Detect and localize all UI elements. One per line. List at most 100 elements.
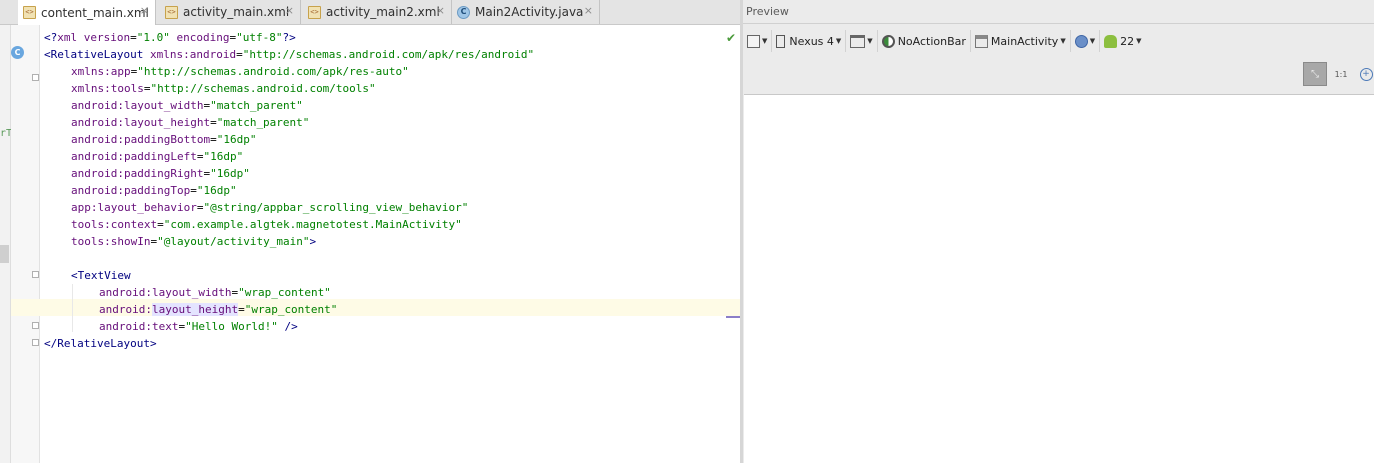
- code-token: =: [210, 133, 217, 146]
- code-token: "@string/appbar_scrolling_view_behavior": [203, 201, 469, 214]
- code-token: showIn: [110, 235, 151, 248]
- code-token: android:: [99, 286, 152, 299]
- code-token: tools:: [71, 218, 111, 231]
- code-token: android:: [71, 99, 124, 112]
- code-line[interactable]: xmlns:app="http://schemas.android.com/ap…: [71, 63, 409, 80]
- code-token: xml version: [57, 31, 131, 44]
- code-token: android:: [71, 116, 124, 129]
- activity-label: MainActivity: [990, 34, 1059, 48]
- indent-guide: [72, 284, 73, 332]
- code-token: "16dp": [203, 150, 244, 163]
- zoom-actual-size-button[interactable]: 1:1: [1330, 63, 1352, 85]
- preview-toolbar: ▼ Nexus 4 ▼ ▼ NoActionBar MainActivity ▼…: [743, 25, 1374, 57]
- editor-gutter[interactable]: C: [11, 25, 40, 463]
- close-icon[interactable]: ×: [584, 5, 593, 17]
- code-line[interactable]: android:paddingTop="16dp": [71, 182, 237, 199]
- code-line[interactable]: android:text="Hello World!" />: [99, 318, 298, 335]
- code-token: tools:: [71, 235, 111, 248]
- code-line[interactable]: android:layout_height="wrap_content": [99, 301, 337, 318]
- code-token: android:: [99, 303, 152, 316]
- code-token: xmlns:: [71, 82, 111, 95]
- editor-tab-bar: <> content_main.xml × <> activity_main.x…: [0, 0, 740, 25]
- zoom-fit-icon: ⤡: [1311, 68, 1319, 80]
- preview-title: Preview: [743, 0, 1374, 24]
- device-selector[interactable]: Nexus 4 ▼: [772, 30, 847, 52]
- orientation-icon: [850, 34, 866, 48]
- code-line[interactable]: <TextView: [71, 267, 131, 284]
- fold-icon[interactable]: [32, 74, 39, 81]
- code-token: >: [309, 235, 317, 248]
- config-menu-button[interactable]: ▼: [743, 30, 773, 52]
- code-token: =: [130, 31, 137, 44]
- code-line[interactable]: android:layout_width="match_parent": [71, 97, 303, 114]
- code-token: layout_width: [151, 286, 232, 299]
- configuration-icon: [747, 34, 760, 48]
- api-level-label: 22: [1120, 34, 1135, 48]
- code-token: xmlns:: [149, 48, 190, 61]
- error-stripe-marker[interactable]: [726, 316, 740, 318]
- activity-icon: [974, 34, 988, 48]
- fold-icon[interactable]: [32, 322, 39, 329]
- code-line[interactable]: android:layout_height="match_parent": [71, 114, 309, 131]
- code-line[interactable]: android:paddingBottom="16dp": [71, 131, 256, 148]
- code-token: android:: [99, 320, 152, 333]
- code-line[interactable]: tools:context="com.example.algtek.magnet…: [71, 216, 462, 233]
- code-line[interactable]: android:paddingRight="16dp": [71, 165, 250, 182]
- code-token: ?>: [282, 31, 296, 44]
- code-token: "Hello World!": [185, 320, 278, 333]
- code-token: text: [151, 320, 179, 333]
- chevron-down-icon: ▼: [835, 37, 842, 45]
- code-line[interactable]: app:layout_behavior="@string/appbar_scro…: [71, 199, 468, 216]
- api-level-selector[interactable]: 22 ▼: [1100, 30, 1145, 52]
- preview-canvas[interactable]: [744, 94, 1374, 464]
- code-line[interactable]: <RelativeLayout xmlns:android="http://sc…: [44, 46, 534, 63]
- code-token: =: [210, 116, 217, 129]
- close-icon[interactable]: ×: [436, 5, 445, 17]
- zoom-to-fit-button[interactable]: ⤡: [1303, 62, 1327, 86]
- tab-activity-main2[interactable]: <> activity_main2.xml ×: [303, 0, 452, 24]
- class-icon[interactable]: C: [11, 46, 24, 59]
- code-token: "http://schemas.android.com/apk/res/andr…: [242, 48, 535, 61]
- tab-main2activity[interactable]: C Main2Activity.java ×: [452, 0, 600, 24]
- code-token: <?: [44, 31, 58, 44]
- code-line[interactable]: android:paddingLeft="16dp": [71, 148, 243, 165]
- code-line[interactable]: xmlns:tools="http://schemas.android.com/…: [71, 80, 376, 97]
- theme-selector[interactable]: NoActionBar: [878, 30, 971, 52]
- android-icon: [1104, 34, 1118, 48]
- code-line[interactable]: android:layout_width="wrap_content": [99, 284, 331, 301]
- code-token: android:: [71, 133, 124, 146]
- tab-activity-main[interactable]: <> activity_main.xml ×: [160, 0, 301, 24]
- code-line[interactable]: tools:showIn="@layout/activity_main">: [71, 233, 316, 250]
- chevron-down-icon: ▼: [1136, 37, 1142, 45]
- code-token: app: [110, 65, 131, 78]
- activity-selector[interactable]: MainActivity ▼: [971, 30, 1071, 52]
- theme-label: NoActionBar: [897, 34, 966, 48]
- code-token: "16dp": [216, 133, 257, 146]
- code-token: </RelativeLayout>: [44, 337, 157, 350]
- device-icon: [776, 34, 786, 48]
- code-token: "match_parent": [216, 116, 310, 129]
- code-line[interactable]: <?xml version="1.0" encoding="utf-8"?>: [44, 29, 296, 46]
- xml-file-icon: <>: [165, 5, 178, 19]
- tab-content-main[interactable]: <> content_main.xml ×: [18, 0, 156, 25]
- locale-selector[interactable]: ▼: [1071, 30, 1101, 52]
- zoom-in-button[interactable]: +: [1355, 63, 1374, 85]
- close-icon[interactable]: ×: [140, 5, 149, 17]
- zoom-in-icon: +: [1359, 67, 1373, 81]
- code-token: "wrap_content": [238, 286, 331, 299]
- inspection-ok-icon[interactable]: ✔: [726, 31, 736, 45]
- chevron-down-icon: ▼: [867, 37, 873, 45]
- code-token: />: [277, 320, 298, 333]
- orientation-selector[interactable]: ▼: [846, 30, 878, 52]
- code-token: android:: [71, 167, 124, 180]
- code-token: android:: [71, 150, 124, 163]
- code-token: "@layout/activity_main": [157, 235, 310, 248]
- code-line[interactable]: </RelativeLayout>: [44, 335, 157, 352]
- close-icon[interactable]: ×: [285, 5, 294, 17]
- fold-icon[interactable]: [32, 339, 39, 346]
- chevron-down-icon: ▼: [762, 37, 768, 45]
- fold-icon[interactable]: [32, 271, 39, 278]
- code-token: layout_height: [151, 303, 239, 316]
- code-token: <RelativeLayout: [44, 48, 150, 61]
- code-token: layout_height: [123, 116, 211, 129]
